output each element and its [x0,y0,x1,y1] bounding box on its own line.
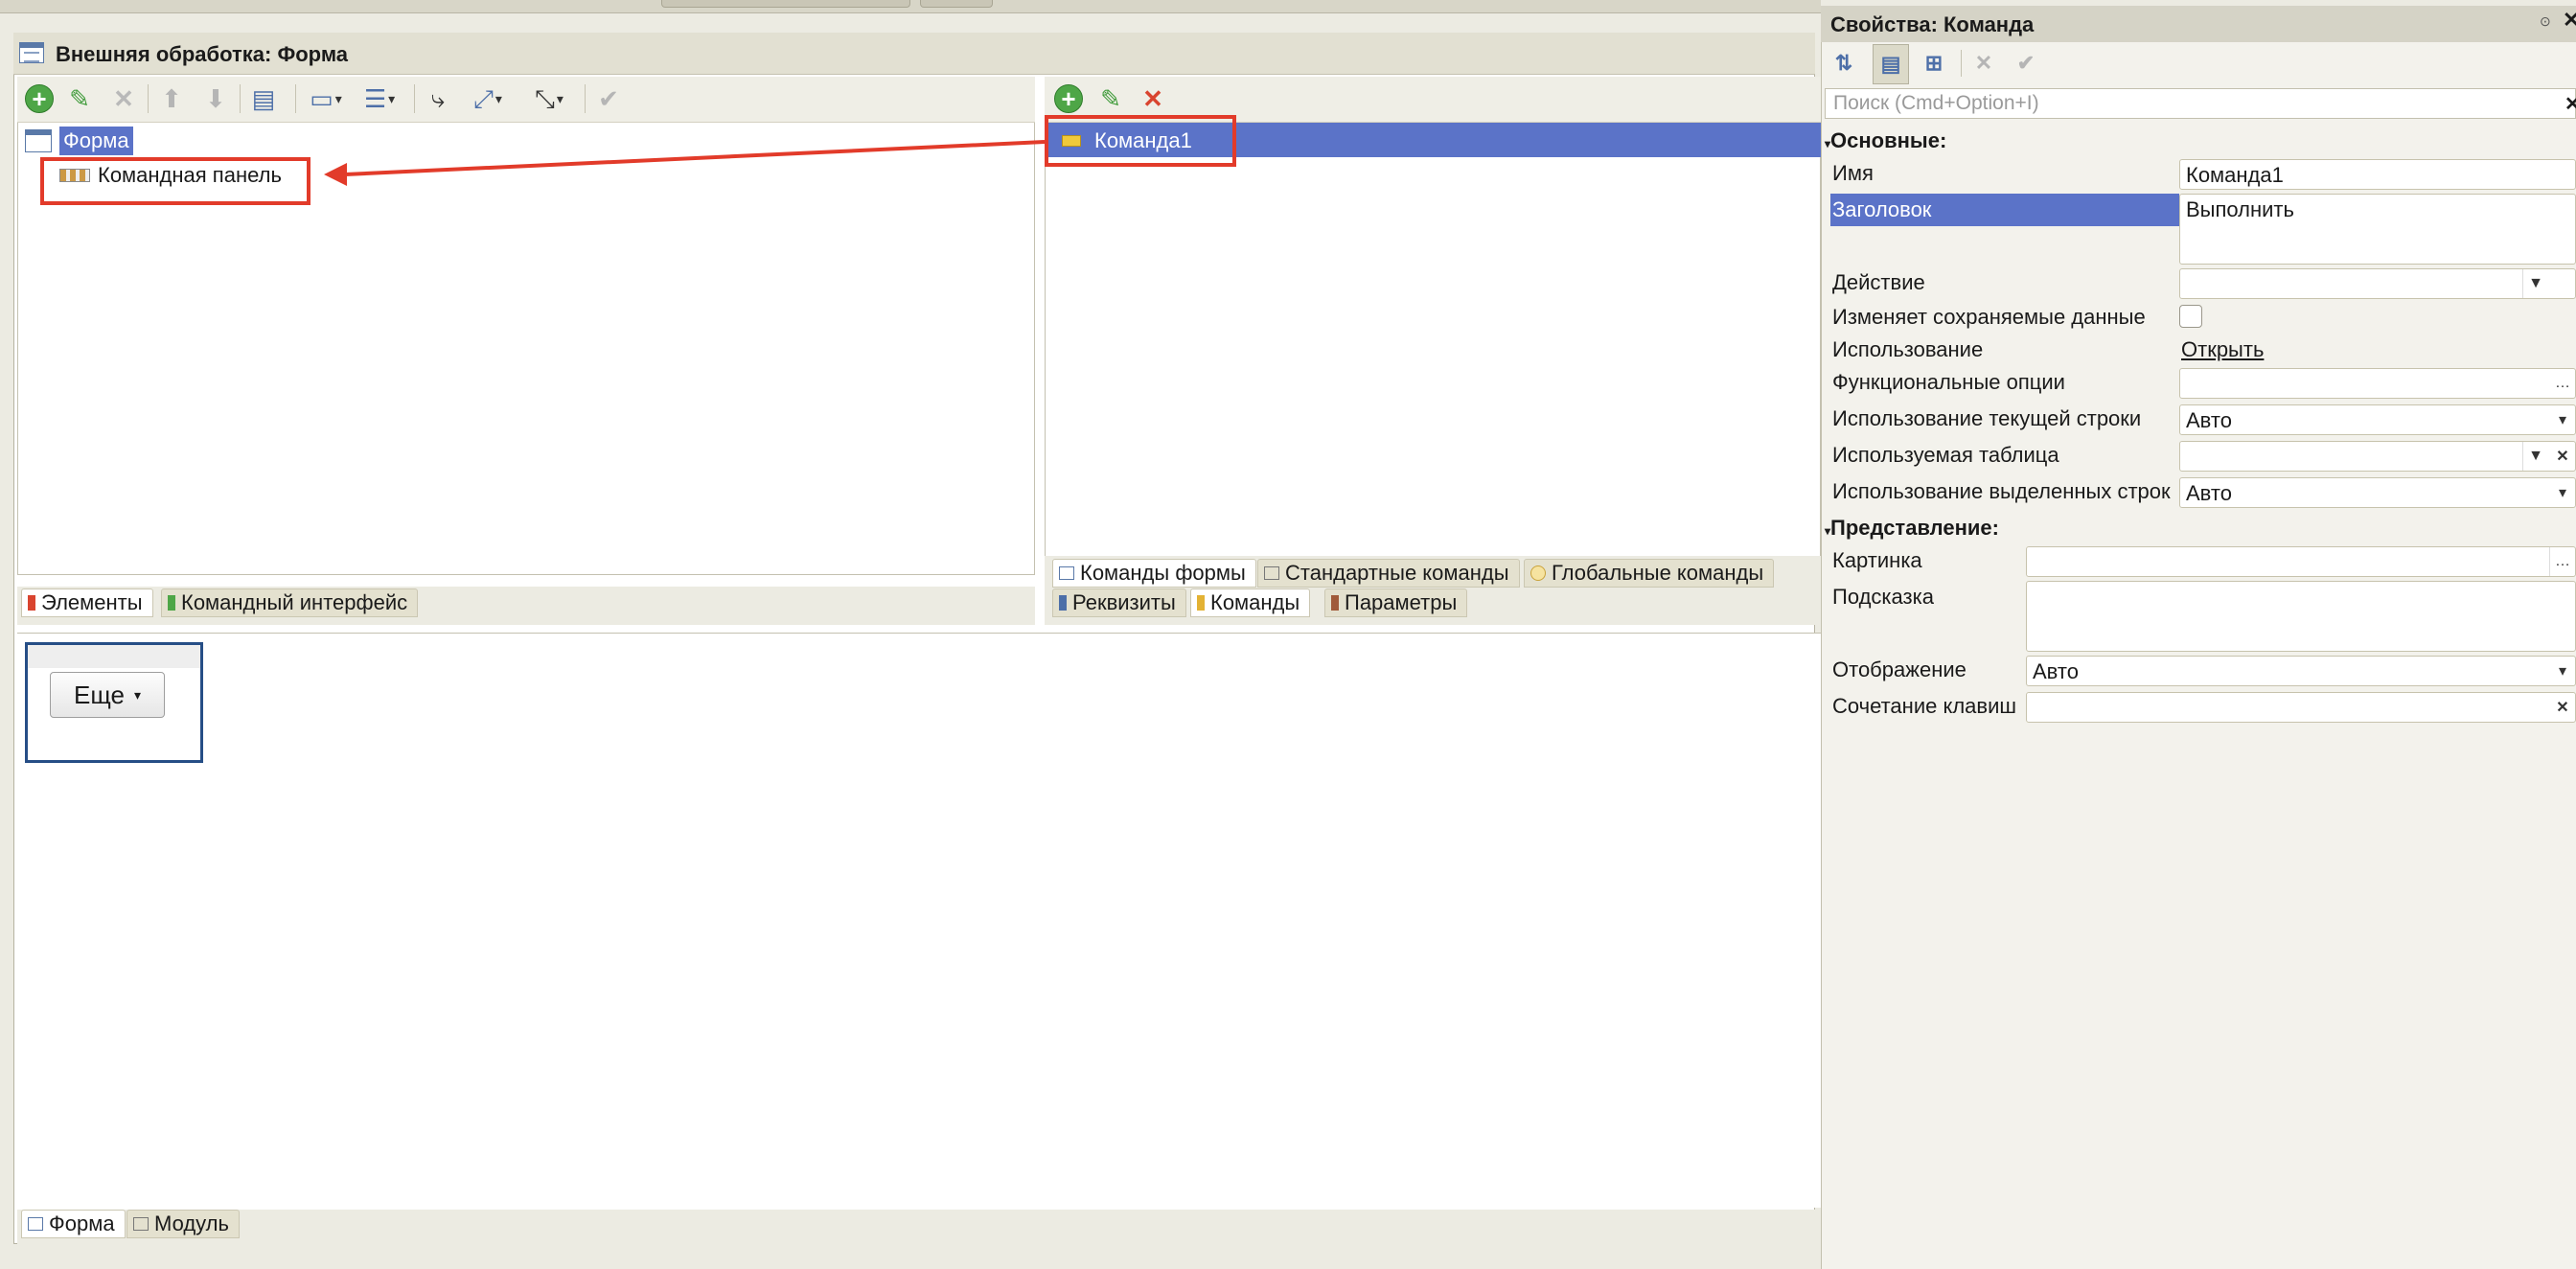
preview-header-strip [28,645,200,668]
prop-func-options-label: Функциональные опции [1832,370,2065,394]
prop-shortcut-field[interactable]: ✕ [2026,692,2576,723]
sort-alpha-button[interactable]: ⇅ [1827,44,1861,82]
form-preview-area [17,633,1821,1208]
delete-icon: ✕ [1974,51,1993,75]
prop-modifies-label: Изменяет сохраняемые данные [1832,305,2146,329]
pin-icon[interactable]: ⊙ [2540,13,2551,30]
globe-icon [1530,565,1546,581]
sort-alpha-icon: ⇅ [1834,51,1853,75]
toolbar-separator [1961,50,1962,77]
prop-header-label: Заголовок [1832,197,1932,221]
command-interface-tab-icon [168,595,175,611]
form-tab-icon [28,1217,43,1231]
tab-label: Стандартные команды [1285,561,1509,585]
standard-commands-icon [1264,566,1279,580]
tab-label: Глобальные команды [1552,561,1764,585]
chevron-down-icon[interactable]: ▼ [2522,269,2548,298]
prop-usage-open-link[interactable]: Открыть [2181,337,2264,362]
prop-tooltip-label: Подсказка [1832,585,1934,609]
properties-search-input[interactable]: Поиск (Cmd+Option+I) [1825,88,2576,119]
apply-button[interactable]: ✔ [2009,44,2043,82]
chevron-down-icon[interactable]: ▾ [2550,478,2575,507]
tab-elements[interactable]: Элементы [21,588,153,617]
tab-label: Командный интерфейс [181,590,408,614]
group-by-category-button[interactable]: ▤ [1873,44,1909,84]
tab-label: Форма [49,1211,115,1235]
prop-current-row-value: Авто [2186,408,2232,432]
properties-titlebar: Свойства: Команда [1821,6,2576,42]
commands-tab-icon [1197,595,1205,611]
tab-commands[interactable]: Команды [1190,588,1311,617]
prop-current-row-select[interactable]: Авто ▾ [2179,404,2576,435]
prop-shortcut-label: Сочетание клавиш [1832,694,2017,718]
prop-name-label: Имя [1832,161,1874,185]
more-icon[interactable]: … [2550,369,2575,398]
prop-action-field[interactable]: ▼ [2179,268,2576,299]
chevron-down-icon[interactable]: ▾ [2550,405,2575,434]
more-button-label: Еще [74,680,125,709]
chevron-down-icon: ▾ [133,686,141,703]
group-label: Основные: [1830,128,1947,152]
tab-label: Модуль [154,1211,229,1235]
prop-header-value: Выполнить [2186,197,2294,221]
prop-table-field[interactable]: ▼ ✕ [2179,441,2576,472]
filter-button[interactable]: ⊞ [1917,44,1951,82]
elements-tab-icon [28,595,35,611]
form-commands-icon [1059,566,1074,580]
chevron-down-icon[interactable]: ▾ [2550,657,2575,685]
tab-attributes[interactable]: Реквизиты [1052,588,1186,617]
clear-icon[interactable]: ✕ [2550,442,2575,471]
prop-current-row-label: Использование текущей строки [1832,406,2142,430]
tab-label: Реквизиты [1072,590,1176,614]
prop-tooltip-field[interactable] [2026,581,2576,652]
filter-icon: ⊞ [1924,51,1944,75]
search-placeholder: Поиск (Cmd+Option+I) [1833,92,2039,114]
tab-module[interactable]: Модуль [126,1210,240,1238]
tab-form-commands[interactable]: Команды формы [1052,559,1256,588]
clear-search-icon[interactable]: ✕ [2564,92,2576,116]
tab-label: Элементы [41,590,143,614]
clear-button[interactable]: ✕ [1966,44,2001,82]
tab-label: Команды [1210,590,1300,614]
categories-icon: ▤ [1880,52,1901,76]
more-button[interactable]: Еще ▾ [50,672,165,718]
tab-label: Параметры [1345,590,1458,614]
tab-form[interactable]: Форма [21,1210,126,1238]
chevron-down-icon[interactable]: ▼ [2522,442,2548,471]
prop-modifies-checkbox[interactable] [2179,305,2202,328]
prop-display-value: Авто [2033,659,2079,683]
group-basic[interactable]: ▾Основные: [1825,128,1946,153]
editor-bottom-tabbar [17,1210,1821,1244]
prop-selected-rows-select[interactable]: Авто ▾ [2179,477,2576,508]
prop-name-value: Команда1 [2186,163,2284,187]
group-view[interactable]: ▾Представление: [1825,516,1999,541]
tab-standard-commands[interactable]: Стандартные команды [1257,559,1520,588]
parameters-tab-icon [1331,595,1339,611]
prop-usage-label: Использование [1832,337,1984,361]
tab-global-commands[interactable]: Глобальные команды [1524,559,1775,588]
more-icon[interactable]: … [2549,547,2575,576]
prop-header-field[interactable]: Выполнить [2179,194,2576,265]
prop-picture-label: Картинка [1832,548,1922,572]
clear-icon[interactable]: ✕ [2550,693,2575,722]
module-tab-icon [133,1217,149,1231]
prop-selected-rows-label: Использование выделенных строк [1832,479,2171,503]
prop-display-select[interactable]: Авто ▾ [2026,656,2576,686]
prop-name-field[interactable]: Команда1 [2179,159,2576,190]
close-icon[interactable]: ✕ [2563,8,2576,33]
prop-action-label: Действие [1832,270,1925,294]
prop-display-label: Отображение [1832,658,1966,681]
checkmark-icon: ✔ [2016,51,2036,75]
tab-label: Команды формы [1080,561,1246,585]
prop-picture-field[interactable]: … [2026,546,2576,577]
attributes-tab-icon [1059,595,1067,611]
group-label: Представление: [1830,516,1999,540]
prop-table-label: Используемая таблица [1832,443,2059,467]
prop-func-options-field[interactable]: … [2179,368,2576,399]
annotation-arrow [324,140,1046,186]
tab-command-interface[interactable]: Командный интерфейс [161,588,419,617]
properties-title: Свойства: Команда [1830,12,2035,36]
prop-selected-rows-value: Авто [2186,481,2232,505]
tab-parameters[interactable]: Параметры [1324,588,1468,617]
